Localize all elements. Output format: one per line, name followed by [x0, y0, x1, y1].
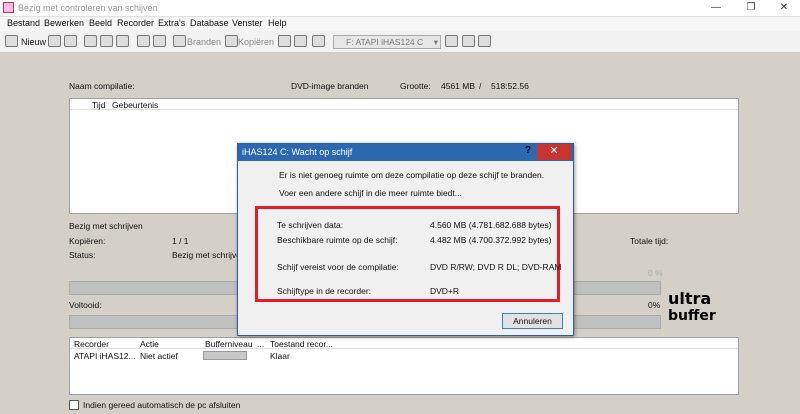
- compilation-type: DVD-image branden: [291, 81, 369, 91]
- column-more[interactable]: ...: [257, 339, 264, 349]
- done-percent: 0%: [648, 300, 661, 310]
- available-space-value: 4.482 MB (4.700.372.992 bytes): [430, 235, 552, 245]
- overall-percent: 0 %: [648, 268, 663, 278]
- column-buffer[interactable]: Bufferniveau: [205, 339, 253, 349]
- disc-info-icon[interactable]: [153, 35, 166, 47]
- new-button[interactable]: Nieuw: [21, 37, 46, 51]
- size-value: 4561 MB: [441, 81, 476, 91]
- dialog-message-space: Er is niet genoeg ruimte om deze compila…: [279, 170, 545, 180]
- menu-recorder[interactable]: Recorder: [117, 18, 154, 28]
- disc-info-box: Te schrijven data: 4.560 MB (4.781.682.6…: [255, 206, 562, 302]
- menu-beeld[interactable]: Beeld: [89, 18, 112, 28]
- burn-icon: [173, 35, 186, 47]
- disc-type-label: Schijftype in de recorder:: [277, 286, 372, 296]
- erase-icon[interactable]: [294, 35, 307, 47]
- menu-help[interactable]: Help: [268, 18, 287, 28]
- column-time[interactable]: Tijd: [92, 100, 105, 110]
- copies-value: 1 / 1: [172, 236, 189, 246]
- eject-icon[interactable]: [312, 35, 325, 47]
- disc-icon[interactable]: [278, 35, 291, 47]
- drive-select-value: F: ATAPI iHAS124 C: [346, 37, 424, 47]
- dialog-close-button[interactable]: ✕: [537, 144, 571, 160]
- auto-shutdown-checkbox[interactable]: [69, 400, 79, 410]
- status-value: Bezig met schrijven: [172, 250, 246, 260]
- recorder-name: ATAPI iHAS12...: [74, 351, 136, 361]
- column-action[interactable]: Actie: [140, 339, 159, 349]
- paste-icon[interactable]: [116, 35, 129, 47]
- restore-button[interactable]: ❐: [735, 0, 767, 16]
- toolbar: Nieuw Branden Kopiëren F: ATAPI iHAS124 …: [0, 31, 800, 53]
- disc-type-value: DVD+R: [430, 286, 460, 296]
- done-label: Voltooid:: [69, 300, 102, 310]
- minimize-button[interactable]: —: [700, 0, 732, 16]
- logo-buffer: buffer: [668, 308, 716, 323]
- dialog-help-button[interactable]: ?: [520, 145, 536, 159]
- ultra-buffer-logo: ultra buffer: [668, 289, 716, 323]
- duration-value: 518:52.56: [491, 81, 529, 91]
- app-icon: [3, 2, 14, 13]
- writing-status-label: Bezig met schrijven: [69, 221, 143, 231]
- buffer-level-bar: [203, 351, 247, 360]
- dialog-title: iHAS124 C: Wacht op schijf: [242, 147, 353, 157]
- save-icon[interactable]: [64, 35, 77, 47]
- open-icon[interactable]: [48, 35, 61, 47]
- help-icon[interactable]: [462, 35, 475, 47]
- required-disc-label: Schijf vereist voor de compilatie:: [277, 262, 399, 272]
- size-separator: /: [479, 81, 482, 91]
- close-button[interactable]: ✕: [768, 0, 800, 16]
- menu-bestand[interactable]: Bestand: [7, 18, 40, 28]
- menu-extras[interactable]: Extra's: [158, 18, 185, 28]
- new-icon: [5, 35, 18, 47]
- available-space-label: Beschikbare ruimte op de schijf:: [277, 235, 398, 245]
- recorder-action: Niet actief: [140, 351, 178, 361]
- auto-shutdown-label: Indien gereed automatisch de pc afsluite…: [83, 400, 241, 410]
- compilation-name-label: Naam compilatie:: [69, 81, 135, 91]
- properties-icon[interactable]: [137, 35, 150, 47]
- dialog-titlebar: iHAS124 C: Wacht op schijf ? ✕: [238, 144, 573, 161]
- burn-button[interactable]: Branden: [187, 37, 221, 51]
- data-to-write-value: 4.560 MB (4.781.682.688 bytes): [430, 220, 552, 230]
- event-list-header: Tijd Gebeurtenis: [70, 99, 738, 110]
- chevron-down-icon: ▾: [433, 37, 438, 47]
- required-disc-value: DVD R/RW; DVD R DL; DVD-RAM: [430, 262, 562, 272]
- copy-disc-icon: [225, 35, 238, 47]
- menu-database[interactable]: Database: [190, 18, 229, 28]
- menu-bewerken[interactable]: Bewerken: [44, 18, 84, 28]
- window-titlebar: Bezig met controleren van schijven — ❐ ✕: [0, 0, 800, 17]
- data-to-write-label: Te schrijven data:: [277, 220, 344, 230]
- column-event[interactable]: Gebeurtenis: [112, 100, 158, 110]
- copy-icon[interactable]: [100, 35, 113, 47]
- recorder-list-header: Recorder Actie Bufferniveau ... Toestand…: [70, 338, 738, 349]
- copies-label: Kopiëren:: [69, 236, 106, 246]
- status-label: Status:: [69, 250, 96, 260]
- recorder-list[interactable]: Recorder Actie Bufferniveau ... Toestand…: [69, 337, 739, 395]
- wait-for-disc-dialog: iHAS124 C: Wacht op schijf ? ✕ Er is nie…: [237, 143, 574, 336]
- size-label: Grootte:: [400, 81, 431, 91]
- cancel-button[interactable]: Annuleren: [502, 313, 563, 329]
- total-time-label: Totale tijd:: [630, 236, 669, 246]
- dialog-message-insert: Voer een andere schijf in die meer ruimt…: [279, 188, 462, 198]
- cut-icon[interactable]: [84, 35, 97, 47]
- drive-select[interactable]: F: ATAPI iHAS124 C ▾: [333, 35, 441, 49]
- copy-disc-button[interactable]: Kopiëren: [238, 37, 274, 51]
- menu-venster[interactable]: Venster: [232, 18, 263, 28]
- recorder-state: Klaar: [270, 351, 290, 361]
- window-title: Bezig met controleren van schijven: [18, 3, 158, 13]
- refresh-icon[interactable]: [445, 35, 458, 47]
- column-recorder-state[interactable]: Toestand recor...: [270, 339, 333, 349]
- logo-ultra: ultra: [668, 289, 711, 308]
- column-recorder[interactable]: Recorder: [74, 339, 109, 349]
- menu-bar: Bestand Bewerken Beeld Recorder Extra's …: [0, 17, 800, 31]
- web-icon[interactable]: [478, 35, 491, 47]
